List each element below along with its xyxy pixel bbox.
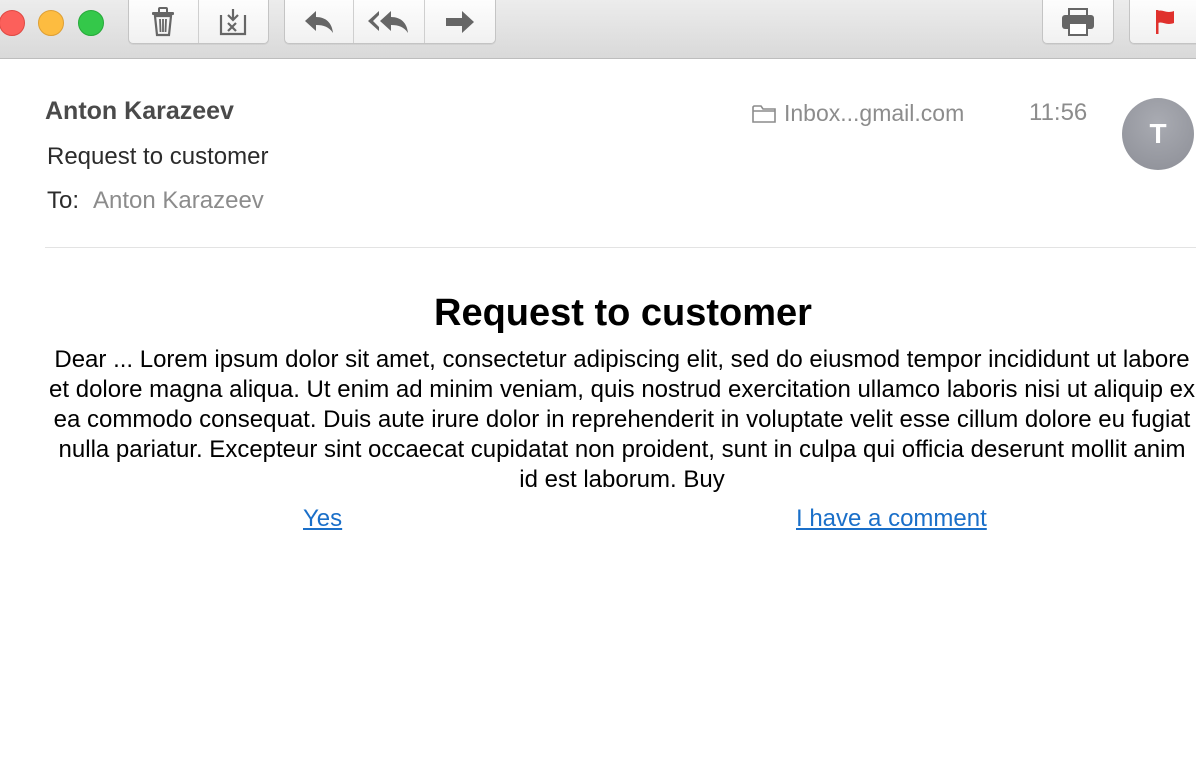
- delete-button[interactable]: [129, 0, 199, 43]
- reply-button-group: [284, 0, 496, 44]
- email-body-title: Request to customer: [434, 292, 812, 334]
- print-icon: [1062, 7, 1094, 36]
- reply-icon: [305, 10, 334, 33]
- header-divider: [45, 247, 1196, 248]
- flag-button-group: [1129, 0, 1196, 44]
- avatar: T: [1122, 98, 1194, 170]
- recipient-name[interactable]: Anton Karazeev: [93, 187, 264, 214]
- folder-icon: [752, 104, 776, 123]
- junk-button[interactable]: [199, 0, 269, 43]
- sender-name[interactable]: Anton Karazeev: [45, 97, 234, 126]
- flag-icon: [1156, 9, 1174, 34]
- delete-button-group: [128, 0, 269, 44]
- print-button[interactable]: [1043, 0, 1113, 43]
- print-button-group: [1042, 0, 1114, 44]
- to-label: To:: [47, 187, 80, 214]
- close-window-button[interactable]: [0, 10, 25, 36]
- reply-button[interactable]: [285, 0, 355, 43]
- yes-link[interactable]: Yes: [303, 505, 342, 533]
- message-subject: Request to customer: [47, 143, 269, 170]
- reply-all-icon: [368, 10, 408, 33]
- trash-icon: [152, 6, 175, 36]
- forward-icon: [445, 10, 474, 33]
- recipient-row: To: Anton Karazeev: [47, 187, 264, 215]
- email-body-text: Dear ... Lorem ipsum dolor sit amet, con…: [49, 346, 1195, 493]
- maximize-window-button[interactable]: [78, 10, 104, 36]
- mail-toolbar: [0, 0, 1196, 59]
- mailbox-label[interactable]: Inbox...gmail.com: [752, 100, 964, 127]
- junk-icon: [220, 8, 247, 35]
- forward-button[interactable]: [425, 0, 495, 43]
- message-header: Anton Karazeev Request to customer To: An…: [0, 58, 1196, 248]
- flag-button[interactable]: [1130, 0, 1196, 43]
- mailbox-name: Inbox...gmail.com: [784, 100, 965, 126]
- reply-all-button[interactable]: [354, 0, 425, 43]
- comment-link[interactable]: I have a comment: [796, 505, 987, 533]
- minimize-window-button[interactable]: [38, 10, 64, 36]
- message-time: 11:56: [1029, 99, 1088, 126]
